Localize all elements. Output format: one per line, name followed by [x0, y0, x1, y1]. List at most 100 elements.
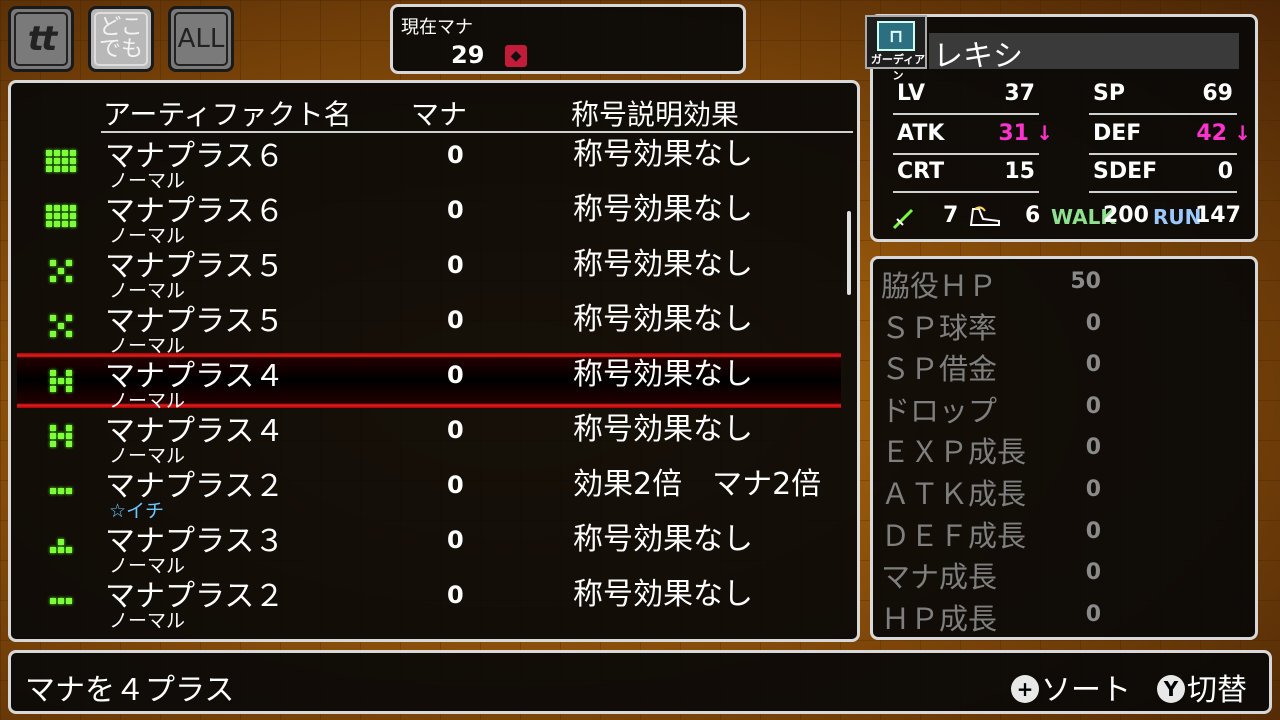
shoe-value: 6 — [1025, 203, 1041, 228]
stat-atk-label: ATK — [897, 121, 945, 146]
mana-artifact-icon — [43, 477, 79, 505]
stat-crt: CRT 15 — [893, 157, 1039, 193]
artifact-mana: 0 — [447, 361, 464, 389]
mana-artifact-icon — [43, 422, 79, 450]
switch-hint[interactable]: Y 切替 — [1157, 665, 1247, 709]
stat-def-down-arrow-icon: ↓ — [1234, 121, 1251, 145]
stat-sdef-label: SDEF — [1093, 159, 1158, 184]
sort-label: ソート — [1041, 673, 1131, 708]
stat-sp-value: 69 — [1202, 81, 1233, 106]
artifact-mana: 0 — [447, 251, 464, 279]
mana-artifact-icon — [43, 312, 79, 340]
artifact-row[interactable]: マナプラス２ ノーマル 0 称号効果なし — [17, 573, 841, 632]
current-mana-value: 29 — [451, 41, 485, 69]
artifact-effect: 称号効果なし — [573, 247, 753, 282]
speed-row: 7 6 WALK 200 RUN 147 — [891, 201, 1251, 235]
artifact-effect: 称号効果なし — [573, 137, 753, 172]
artifact-effect: 称号効果なし — [573, 302, 753, 337]
artifact-row[interactable]: マナプラス５ ノーマル 0 称号効果なし — [17, 243, 841, 302]
header-mana: マナ — [411, 98, 468, 131]
shoe-icon — [969, 206, 1000, 226]
mana-artifact-icon — [43, 202, 79, 230]
class-badge: ⊓ ガーディアン — [865, 15, 927, 82]
artifact-effect: 称号効果なし — [573, 192, 753, 227]
sword-icon — [892, 208, 914, 230]
artifact-row[interactable]: マナプラス４ ノーマル 0 称号効果なし — [17, 408, 841, 467]
artifact-effect: 効果2倍 マナ2倍 — [573, 467, 822, 502]
artifact-row[interactable]: マナプラス５ ノーマル 0 称号効果なし — [17, 298, 841, 357]
artifact-row[interactable]: マナプラス３ ノーマル 0 称号効果なし — [17, 518, 841, 577]
substat-value: 0 — [1085, 310, 1101, 336]
artifact-mana: 0 — [447, 416, 464, 444]
artifact-effect: 称号効果なし — [573, 412, 753, 447]
sword-value: 7 — [943, 203, 959, 228]
substat-value: 50 — [1070, 269, 1101, 294]
plus-button-icon: + — [1011, 675, 1039, 703]
stat-sdef-value: 0 — [1217, 159, 1233, 184]
tab-all[interactable]: ALL — [168, 6, 234, 72]
artifact-list-panel: アーティファクト名 マナ 称号説明効果 マナプラス６ ノーマル 0 称号効果なし マナプ… — [8, 80, 860, 642]
header-effect: 称号説明効果 — [571, 98, 740, 131]
mana-artifact-icon — [43, 532, 79, 560]
substat-label: 脇役ＨＰ — [881, 269, 998, 303]
stat-crt-label: CRT — [897, 159, 945, 184]
stat-def-value: 42 — [1196, 121, 1227, 146]
substat-value: 0 — [1085, 393, 1101, 419]
header-artifact-name: アーティファクト名 — [103, 98, 352, 131]
artifact-effect: 称号効果なし — [573, 357, 753, 392]
substat-label: ＥＸＰ成長 — [881, 435, 1027, 470]
mana-artifact-icon — [43, 367, 79, 395]
y-button-icon: Y — [1157, 675, 1185, 703]
tab-anywhere-label-bottom: でも — [98, 37, 143, 62]
artifact-row[interactable]: マナプラス２ ☆イチ 0 効果2倍 マナ2倍 — [17, 463, 841, 522]
stat-sp-label: SP — [1093, 81, 1125, 106]
substat-label: ＳＰ借金 — [881, 352, 998, 387]
artifact-row-selected[interactable]: マナプラス４ ノーマル 0 称号効果なし — [17, 353, 841, 412]
stat-lv: LV 37 — [893, 79, 1039, 115]
tab-anywhere[interactable]: どこ でも — [88, 6, 154, 72]
artifact-effect: 称号効果なし — [573, 522, 753, 557]
artifact-mana: 0 — [447, 581, 464, 609]
substat-value: 0 — [1085, 560, 1101, 586]
stat-atk: ATK 31 ↓ — [893, 119, 1053, 155]
artifact-title: ノーマル — [109, 610, 186, 632]
substat-label: ドロップ — [881, 393, 998, 428]
artifact-effect: 称号効果なし — [573, 577, 753, 612]
description-bar: マナを４プラス + ソート Y 切替 — [8, 650, 1272, 714]
substat-value: 0 — [1085, 435, 1101, 461]
guardian-emblem-icon: ⊓ — [877, 21, 915, 51]
substat-value: 0 — [1085, 601, 1101, 627]
mana-artifact-icon — [43, 257, 79, 285]
artifact-mana: 0 — [447, 306, 464, 334]
artifact-mana: 0 — [447, 141, 464, 169]
walk-value: 200 — [1103, 203, 1149, 228]
artifact-row[interactable]: マナプラス６ ノーマル 0 称号効果なし — [17, 133, 841, 192]
switch-label: 切替 — [1187, 673, 1247, 708]
substat-label: マナ成長 — [881, 560, 998, 595]
artifact-row[interactable]: マナプラス６ ノーマル 0 称号効果なし — [17, 188, 841, 247]
tab-tt[interactable]: tt — [8, 6, 74, 72]
stat-crt-value: 15 — [1004, 159, 1035, 184]
substat-label: ＡＴＫ成長 — [881, 477, 1027, 511]
substats-panel: 脇役ＨＰ 50 ＳＰ球率 0 ＳＰ借金 0 ドロップ 0 ＥＸＰ成長 0 ＡＴＫ成長 0 ＤＥＦ成長 0 マ… — [870, 256, 1258, 640]
current-mana-box: 現在マナ 29 ◆ — [390, 4, 746, 74]
stat-lv-value: 37 — [1004, 81, 1035, 106]
run-value: 147 — [1195, 203, 1241, 228]
stat-def: DEF 42 ↓ — [1089, 119, 1251, 155]
mana-artifact-icon — [43, 587, 79, 615]
artifact-mana: 0 — [447, 526, 464, 554]
stat-def-label: DEF — [1093, 121, 1142, 146]
artifact-mana: 0 — [447, 196, 464, 224]
character-name: レキシ — [933, 39, 1023, 74]
stat-atk-down-arrow-icon: ↓ — [1036, 121, 1053, 145]
stat-atk-value: 31 — [998, 121, 1029, 146]
substat-value: 0 — [1085, 477, 1101, 502]
scrollbar[interactable] — [847, 211, 851, 295]
current-mana-label: 現在マナ — [401, 17, 473, 38]
sort-hint[interactable]: + ソート — [1011, 665, 1131, 709]
tab-anywhere-label-top: どこ — [99, 15, 143, 40]
substat-value: 0 — [1085, 518, 1101, 544]
stat-lv-label: LV — [897, 81, 926, 106]
tab-all-label: ALL — [174, 12, 228, 66]
substat-label: ＨＰ成長 — [881, 601, 998, 636]
